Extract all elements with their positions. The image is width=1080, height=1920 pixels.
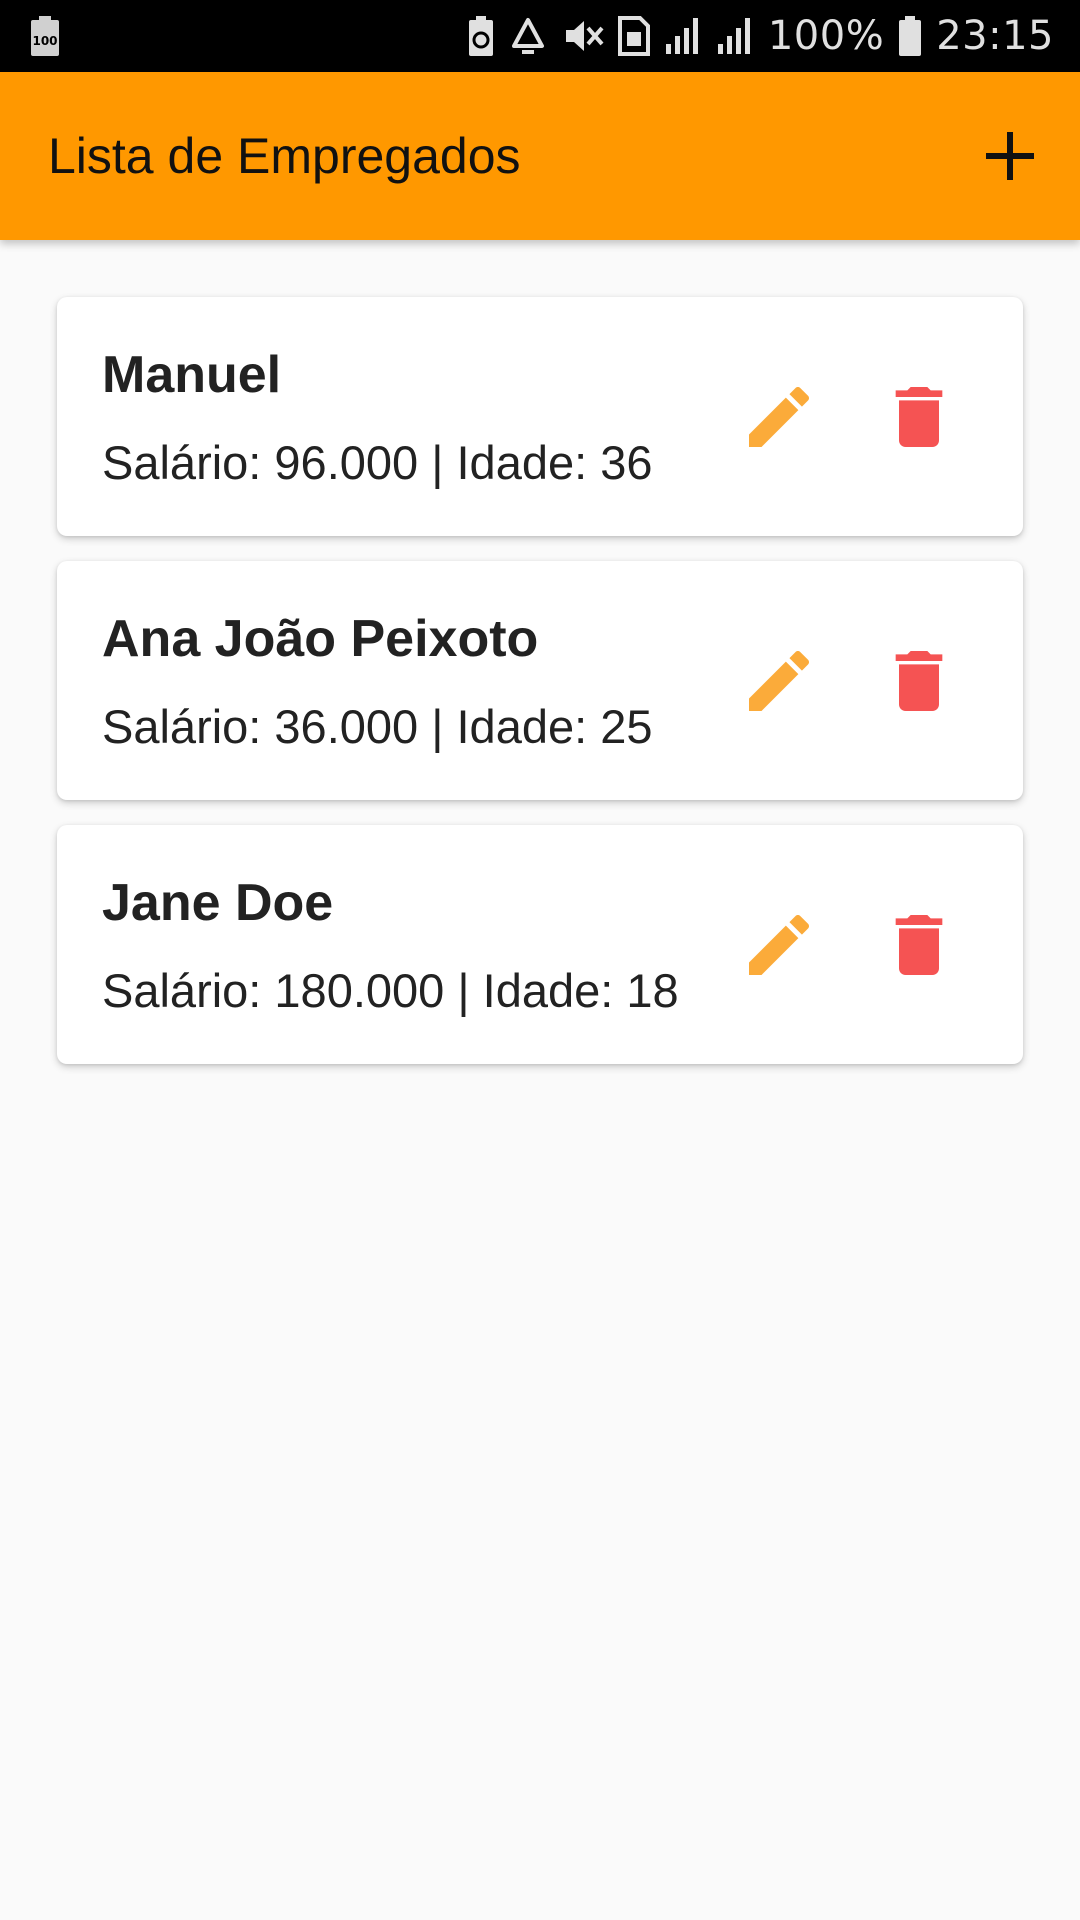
sim-card-icon [617,16,650,56]
plus-icon [986,132,1034,180]
delete-button[interactable] [879,377,959,457]
battery-icon [898,16,922,56]
battery-percent: 100% [767,13,885,59]
delete-button[interactable] [879,641,959,721]
trash-icon [895,915,943,975]
mute-icon [562,16,604,56]
signal-icon [716,16,754,56]
trash-icon [895,387,943,447]
clock: 23:15 [936,13,1054,59]
employee-card: Manuel Salário: 96.000 | Idade: 36 [57,297,1023,536]
add-employee-button[interactable] [976,122,1044,190]
status-icons: 100% 23:15 [468,0,1054,72]
employee-name: Jane Doe [102,874,334,932]
employee-details: Salário: 180.000 | Idade: 18 [102,964,679,1017]
employee-list: Manuel Salário: 96.000 | Idade: 36 Ana J… [57,297,1023,1089]
employee-name: Manuel [102,346,282,404]
edit-button[interactable] [739,905,819,985]
pencil-icon [749,650,810,711]
employee-details: Salário: 36.000 | Idade: 25 [102,700,653,753]
signal-icon [664,16,702,56]
battery-saver-icon [468,16,494,56]
edit-button[interactable] [739,377,819,457]
employee-card: Ana João Peixoto Salário: 36.000 | Idade… [57,561,1023,800]
employee-card: Jane Doe Salário: 180.000 | Idade: 18 [57,825,1023,1064]
delete-button[interactable] [879,905,959,985]
status-bar: 100 100% 23:15 [0,0,1080,72]
page-title: Lista de Empregados [48,128,521,184]
pencil-icon [749,386,810,447]
recycle-icon [508,16,548,56]
app-bar: Lista de Empregados [0,72,1080,240]
employee-name: Ana João Peixoto [102,610,539,668]
svg-text:100: 100 [32,34,57,48]
edit-button[interactable] [739,641,819,721]
trash-icon [895,651,943,711]
pencil-icon [749,914,810,975]
employee-details: Salário: 96.000 | Idade: 36 [102,436,653,489]
battery-full-notification-icon: 100 [30,16,60,56]
